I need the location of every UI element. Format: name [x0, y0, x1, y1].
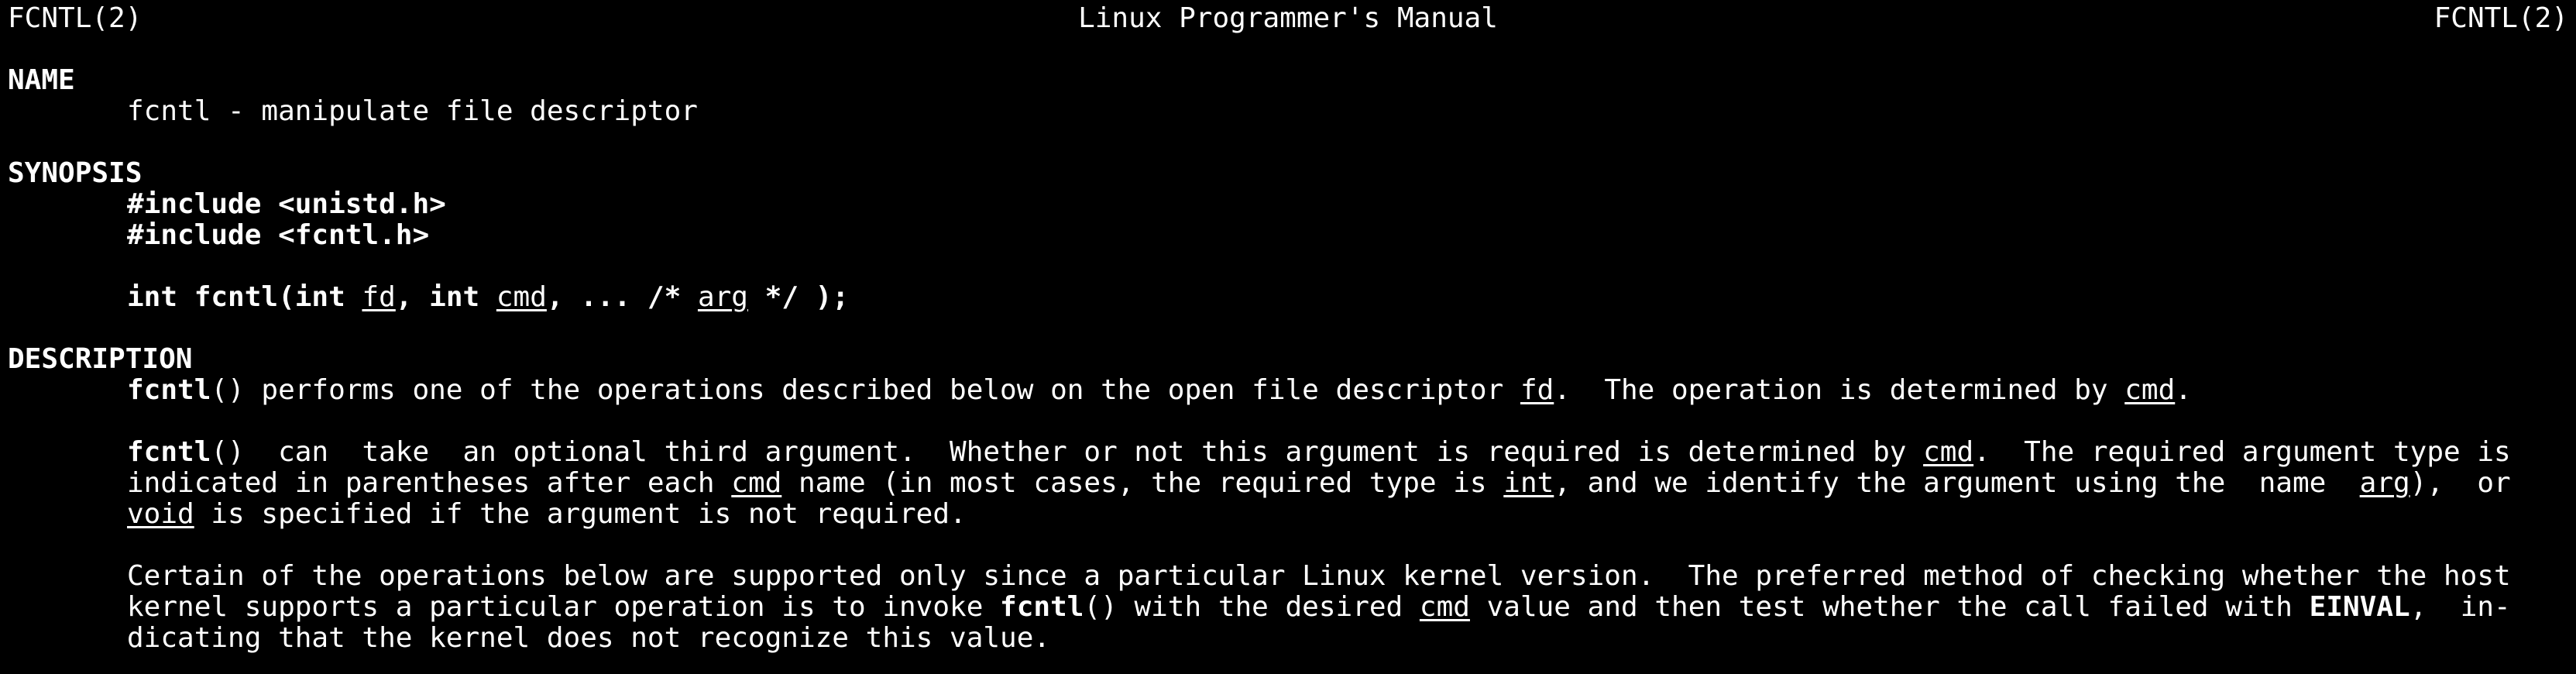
arg-cmd: cmd — [1419, 591, 1470, 623]
text-run: kernel supports a particular operation i… — [127, 591, 1001, 623]
text-run: . — [2175, 374, 2192, 406]
description-para2-line2: indicated in parentheses after each cmd … — [8, 468, 2568, 499]
text-run: value and then test whether the call fai… — [1469, 591, 2310, 623]
proto-part: , int — [395, 281, 496, 313]
type-void: void — [127, 498, 194, 530]
man-header: FCNTL(2) Linux Programmer's Manual FCNTL… — [8, 3, 2568, 34]
name-text: fcntl - manipulate file descriptor — [127, 95, 698, 127]
text-run: indicated in parentheses after each — [127, 467, 732, 499]
description-para3-line3: dicating that the kernel does not recogn… — [127, 622, 1051, 654]
terminal-window: FCNTL(2) Linux Programmer's Manual FCNTL… — [0, 0, 2576, 674]
text-run: , in- — [2409, 591, 2511, 623]
proto-part: int fcntl(int — [127, 281, 362, 313]
fn-fcntl: fcntl — [1000, 591, 1084, 623]
description-para3-line2: kernel supports a particular operation i… — [8, 592, 2568, 623]
fn-fcntl: fcntl — [127, 374, 211, 406]
arg-cmd: cmd — [731, 467, 782, 499]
error-einval: EINVAL — [2309, 591, 2410, 623]
proto-part: , ... /* — [546, 281, 698, 313]
description-para1: fcntl() performs one of the operations d… — [8, 375, 2568, 406]
text-run: () performs one of the operations descri… — [211, 374, 1520, 406]
description-para2-line3: void is specified if the argument is not… — [8, 499, 2568, 530]
synopsis-include-fcntl: #include <fcntl.h> — [127, 219, 430, 251]
arg-cmd: cmd — [1923, 436, 1974, 468]
synopsis-prototype: int fcntl(int fd, int cmd, ... /* arg */… — [8, 282, 2568, 313]
description-para2-line1: fcntl() can take an optional third argum… — [8, 437, 2568, 468]
text-run: () can take an optional third argument. … — [211, 436, 1924, 468]
synopsis-include-unistd: #include <unistd.h> — [127, 188, 446, 220]
section-description-title: DESCRIPTION — [8, 343, 193, 375]
fn-fcntl: fcntl — [127, 436, 211, 468]
proto-fd: fd — [362, 281, 396, 313]
arg-arg: arg — [2359, 467, 2410, 499]
text-run: , and we identify the argument using the… — [1554, 467, 2360, 499]
text-run: . The required argument type is — [1973, 436, 2511, 468]
proto-arg: arg — [697, 281, 748, 313]
proto-cmd: cmd — [496, 281, 547, 313]
proto-part: */ ); — [747, 281, 850, 313]
text-run: name (in most cases, the required type i… — [781, 467, 1504, 499]
description-para3-line1: Certain of the operations below are supp… — [127, 560, 2511, 592]
section-name-title: NAME — [8, 64, 75, 96]
header-right: FCNTL(2) — [2433, 2, 2568, 34]
text-run: . The operation is determined by — [1554, 374, 2125, 406]
text-run: ), or — [2409, 467, 2511, 499]
header-left: FCNTL(2) — [8, 2, 143, 34]
section-synopsis-title: SYNOPSIS — [8, 157, 143, 189]
type-int: int — [1503, 467, 1554, 499]
header-center: Linux Programmer's Manual — [1078, 2, 1498, 34]
arg-fd: fd — [1520, 374, 1554, 406]
arg-cmd: cmd — [2124, 374, 2176, 406]
text-run: () with the desired — [1084, 591, 1420, 623]
text-run: is specified if the argument is not requ… — [194, 498, 967, 530]
